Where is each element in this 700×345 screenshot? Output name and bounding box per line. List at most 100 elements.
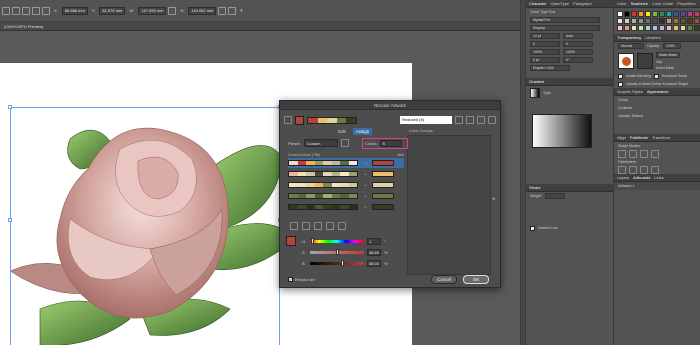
minus-front-icon[interactable] xyxy=(629,150,637,158)
tab-swatches[interactable]: Swatches xyxy=(631,1,648,6)
opacity-field[interactable]: 100% xyxy=(662,43,681,49)
exclude-colors-icon[interactable] xyxy=(314,222,322,230)
x-field[interactable]: 88.666 mm xyxy=(61,6,88,15)
color-row[interactable]: → xyxy=(288,180,404,190)
tab-transparency[interactable]: Transparency xyxy=(617,35,641,40)
baseline-shift-field[interactable]: 0 pt xyxy=(530,57,560,63)
gradient-thumbnail[interactable] xyxy=(530,88,540,98)
arrow-right-icon[interactable]: → xyxy=(360,160,370,166)
leading-field[interactable]: Auto xyxy=(563,33,593,39)
tab-color[interactable]: Color xyxy=(617,1,627,6)
tab-assign[interactable]: Assign xyxy=(352,128,373,135)
opacity-mask-checkbox[interactable] xyxy=(618,81,623,87)
width-field[interactable]: 147.999 mm xyxy=(138,6,167,15)
tab-layers[interactable]: Layers xyxy=(617,175,629,180)
current-colors-bar[interactable] xyxy=(288,204,358,210)
isolate-blending-checkbox[interactable] xyxy=(618,73,623,79)
document-tab[interactable]: (CMYK/GPU Preview) xyxy=(0,22,520,31)
new-color-swatch[interactable] xyxy=(372,182,394,188)
arrow-right-icon[interactable]: → xyxy=(360,171,370,177)
y-field[interactable]: 81.578 mm xyxy=(99,6,126,15)
knockout-group-checkbox[interactable] xyxy=(653,73,659,79)
tab-stroke[interactable]: Stroke xyxy=(529,185,541,190)
appearance-opacity[interactable]: Opacity: Default xyxy=(618,114,643,118)
slider-track[interactable] xyxy=(310,260,364,266)
new-color-swatch[interactable] xyxy=(372,160,394,166)
chevron-down-icon[interactable]: ▾ xyxy=(238,7,244,15)
tab-links[interactable]: Links xyxy=(654,175,663,180)
intersect-icon[interactable] xyxy=(640,150,648,158)
tab-transform[interactable]: Transform xyxy=(652,135,670,140)
new-color-swatch[interactable] xyxy=(372,193,394,199)
reference-point-icon[interactable] xyxy=(42,6,50,15)
tab-color-guide[interactable]: Color Guide xyxy=(652,1,673,6)
height-field[interactable]: 119.952 mm xyxy=(188,6,217,15)
slider-track[interactable] xyxy=(310,238,364,244)
color-group-name-field[interactable]: Reduced (5) xyxy=(400,116,452,124)
constrain-proportions-icon[interactable] xyxy=(168,6,177,15)
collapse-arrow-icon[interactable]: ◂ xyxy=(492,196,496,206)
arrow-right-icon[interactable]: → xyxy=(360,193,370,199)
weight-field[interactable] xyxy=(544,193,565,199)
preset-select[interactable]: Custom xyxy=(303,139,338,147)
tab-edit[interactable]: Edit xyxy=(335,128,349,135)
swatches-grid[interactable] xyxy=(614,8,700,34)
preset-options-icon[interactable] xyxy=(340,139,349,147)
slider-value[interactable]: 1 xyxy=(367,238,381,245)
touch-type-tool[interactable]: Touch Type Tool xyxy=(530,10,555,14)
blend-mode-select[interactable]: Normal xyxy=(618,43,644,49)
slider-value[interactable]: 58.04 xyxy=(367,260,381,267)
language-field[interactable]: English: USA xyxy=(530,65,570,71)
flip-icon[interactable] xyxy=(218,6,227,15)
active-color-swatch[interactable] xyxy=(295,115,304,125)
trim-icon[interactable] xyxy=(629,166,637,174)
font-style-field[interactable]: Regular xyxy=(530,25,600,31)
color-row[interactable]: → xyxy=(288,158,404,168)
tab-graphic-styles[interactable]: Graphic Styles xyxy=(617,89,643,94)
trash-icon[interactable] xyxy=(488,116,496,124)
new-row-icon[interactable] xyxy=(326,222,334,230)
new-group-icon[interactable] xyxy=(466,116,474,124)
ok-button[interactable]: OK xyxy=(463,275,489,284)
current-colors-bar[interactable] xyxy=(288,171,358,177)
unite-icon[interactable] xyxy=(618,150,626,158)
tab-paragraph[interactable]: Paragraph xyxy=(573,1,592,6)
font-family-field[interactable]: Myriad Pro xyxy=(530,17,600,23)
horizontal-scale-field[interactable]: 100% xyxy=(563,49,593,55)
tab-character[interactable]: Character xyxy=(529,1,547,6)
dashed-line-checkbox[interactable] xyxy=(530,225,535,231)
tab-align[interactable]: Align xyxy=(617,135,626,140)
align-icon[interactable] xyxy=(2,6,10,15)
tab-gradient[interactable]: Gradient xyxy=(529,79,544,84)
align-to-icon[interactable] xyxy=(12,6,20,15)
gradient-ramp[interactable] xyxy=(532,114,592,148)
canvas[interactable]: Recolor Artwork Reduced (5) Edit Assign … xyxy=(0,31,520,345)
slider-thumb[interactable] xyxy=(341,260,345,266)
separate-colors-icon[interactable] xyxy=(302,222,310,230)
color-row[interactable]: → xyxy=(288,202,404,212)
tab-properties[interactable]: Properties xyxy=(677,1,695,6)
tab-libraries[interactable]: Libraries xyxy=(645,35,660,40)
appearance-contents[interactable]: Contents xyxy=(618,106,632,110)
rose-artwork[interactable] xyxy=(0,99,300,345)
folder-icon[interactable] xyxy=(477,116,485,124)
new-color-swatch[interactable] xyxy=(372,204,394,210)
merge-colors-icon[interactable] xyxy=(290,222,298,230)
make-mask-button[interactable]: Make Mask xyxy=(656,52,680,58)
current-colors-bar[interactable] xyxy=(288,193,358,199)
color-row[interactable]: → xyxy=(288,191,404,201)
selected-color-swatch[interactable] xyxy=(286,236,296,246)
eyedropper-icon[interactable] xyxy=(284,116,292,124)
arrow-right-icon[interactable]: → xyxy=(360,182,370,188)
color-row[interactable]: → xyxy=(288,169,404,179)
tab-pathfinder[interactable]: Pathfinder xyxy=(630,135,648,140)
font-size-field[interactable]: 12 pt xyxy=(530,33,560,39)
colors-select[interactable]: 5 xyxy=(379,140,402,147)
slider-track[interactable] xyxy=(310,249,364,255)
kerning-field[interactable]: 0 xyxy=(530,41,560,47)
color-group-strip[interactable] xyxy=(307,116,357,124)
vertical-scale-field[interactable]: 100% xyxy=(530,49,560,55)
recolor-art-option[interactable]: ✓ Recolor Art xyxy=(288,277,315,282)
recolor-icon[interactable] xyxy=(228,6,237,15)
new-color-swatch[interactable] xyxy=(372,171,394,177)
